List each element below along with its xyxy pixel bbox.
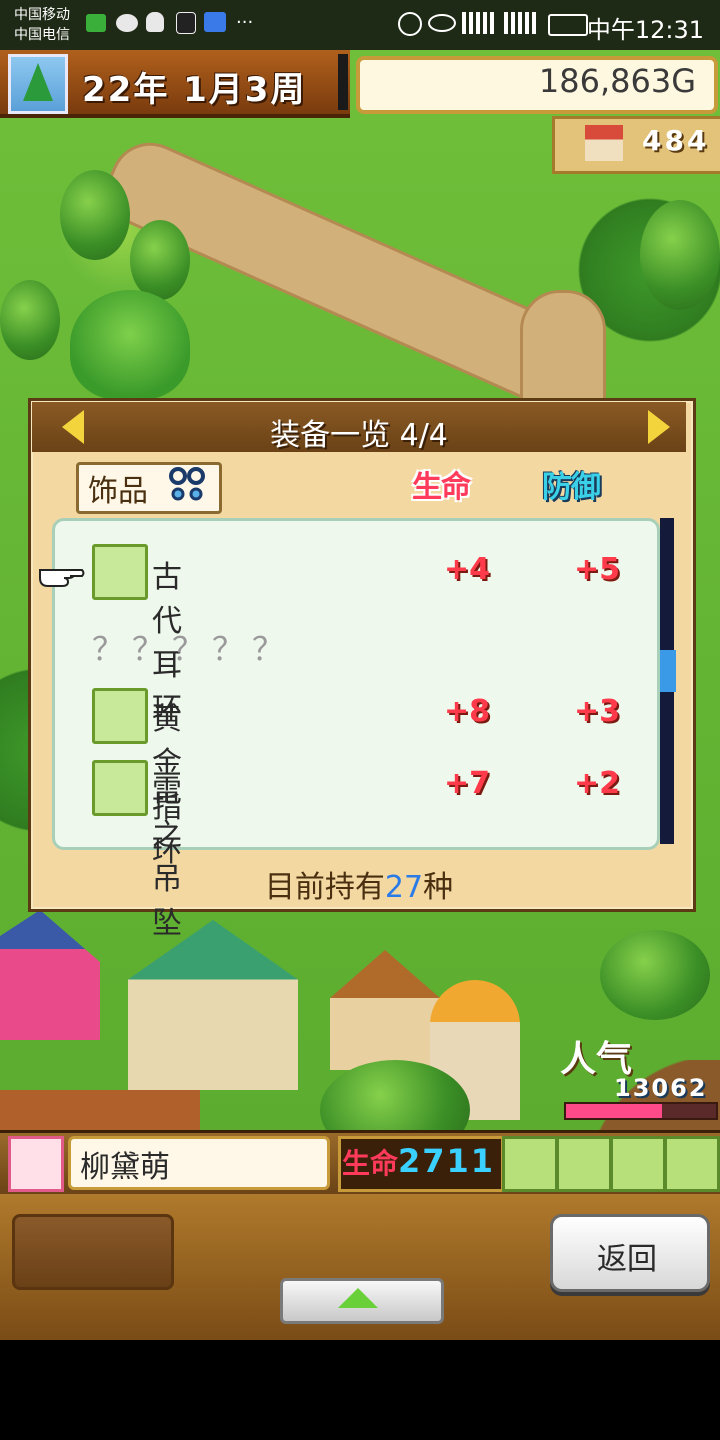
brown-roof-house[interactable] <box>330 950 440 1070</box>
dragon-monster[interactable] <box>70 290 190 400</box>
tree <box>600 930 710 1020</box>
empty-button[interactable] <box>12 1214 174 1290</box>
house-icon <box>585 125 623 161</box>
item-def: +2 <box>574 766 621 801</box>
item-hp: +4 <box>444 552 491 587</box>
hp-value: 2711 <box>398 1142 496 1180</box>
panel-title: 装备一览 4/4 <box>270 418 448 453</box>
scrollbar-thumb[interactable] <box>660 650 676 692</box>
qq-icon <box>146 12 164 32</box>
helmet-slot-icon[interactable] <box>610 1136 666 1192</box>
item-def: +3 <box>574 694 621 729</box>
up-arrow-icon <box>338 1288 378 1308</box>
alarm-icon <box>398 12 422 36</box>
unknown-item[interactable]: ？？？？？ <box>92 624 292 670</box>
clock: 中午12:31 <box>586 16 704 44</box>
population-count: 484 <box>642 124 710 157</box>
green-roof-house[interactable] <box>128 920 298 1090</box>
item-hp: +7 <box>444 766 491 801</box>
back-button-label: 返回 <box>597 1242 657 1277</box>
armor-slot-icon[interactable] <box>556 1136 612 1192</box>
tiktok-icon <box>176 12 196 34</box>
christmas-tree-icon[interactable] <box>8 54 68 114</box>
ring-slot-icon[interactable] <box>664 1136 720 1192</box>
pink-shop[interactable] <box>0 910 100 1040</box>
signal-2g-icon <box>462 12 496 34</box>
message-icon <box>116 14 138 32</box>
column-header-hp: 生命 <box>412 470 471 505</box>
popularity-value: 13062 <box>614 1074 708 1102</box>
more-icon: ··· <box>236 12 254 33</box>
item-def: +5 <box>574 552 621 587</box>
owned-prefix: 目前持有 <box>264 870 385 905</box>
item-hp: +8 <box>444 694 491 729</box>
eye-icon <box>428 14 456 32</box>
money-amount: 186,863G <box>538 62 696 100</box>
character-name: 柳黛萌 <box>80 1150 170 1185</box>
next-page-arrow-icon[interactable] <box>648 410 670 444</box>
owned-suffix: 种 <box>423 870 454 905</box>
ring-icon <box>92 688 148 744</box>
owned-count: 27 <box>384 870 424 905</box>
earring-icon <box>92 544 148 600</box>
item-name: 雷之吊坠 <box>152 774 182 941</box>
send-icon <box>204 12 226 32</box>
tree <box>60 170 130 260</box>
tree <box>640 200 720 310</box>
signal-4g-icon <box>504 12 538 34</box>
tree <box>130 220 190 300</box>
tree <box>0 280 60 360</box>
carrier-2: 中国电信 <box>14 27 70 43</box>
status-bar: 中国移动 中国电信 ··· 中午12:31 <box>0 0 720 50</box>
pendant-icon <box>92 760 148 816</box>
battery-icon <box>548 14 588 36</box>
hp-label: 生命 <box>342 1147 399 1180</box>
owned-count-text: 目前持有27种 <box>28 862 690 906</box>
popularity-bar-fill <box>566 1104 662 1118</box>
column-header-defense: 防御 <box>542 470 601 505</box>
earring-icon <box>169 467 205 501</box>
avatar[interactable] <box>8 1136 64 1192</box>
weapon-slot-icon[interactable] <box>502 1136 558 1192</box>
carrier-1: 中国移动 <box>14 7 70 23</box>
pointing-hand-icon <box>39 569 85 587</box>
divider <box>338 54 348 110</box>
category-label: 饰品 <box>88 474 148 509</box>
app-icon <box>86 14 106 32</box>
game-date: 22年 1月3周 <box>82 70 307 110</box>
